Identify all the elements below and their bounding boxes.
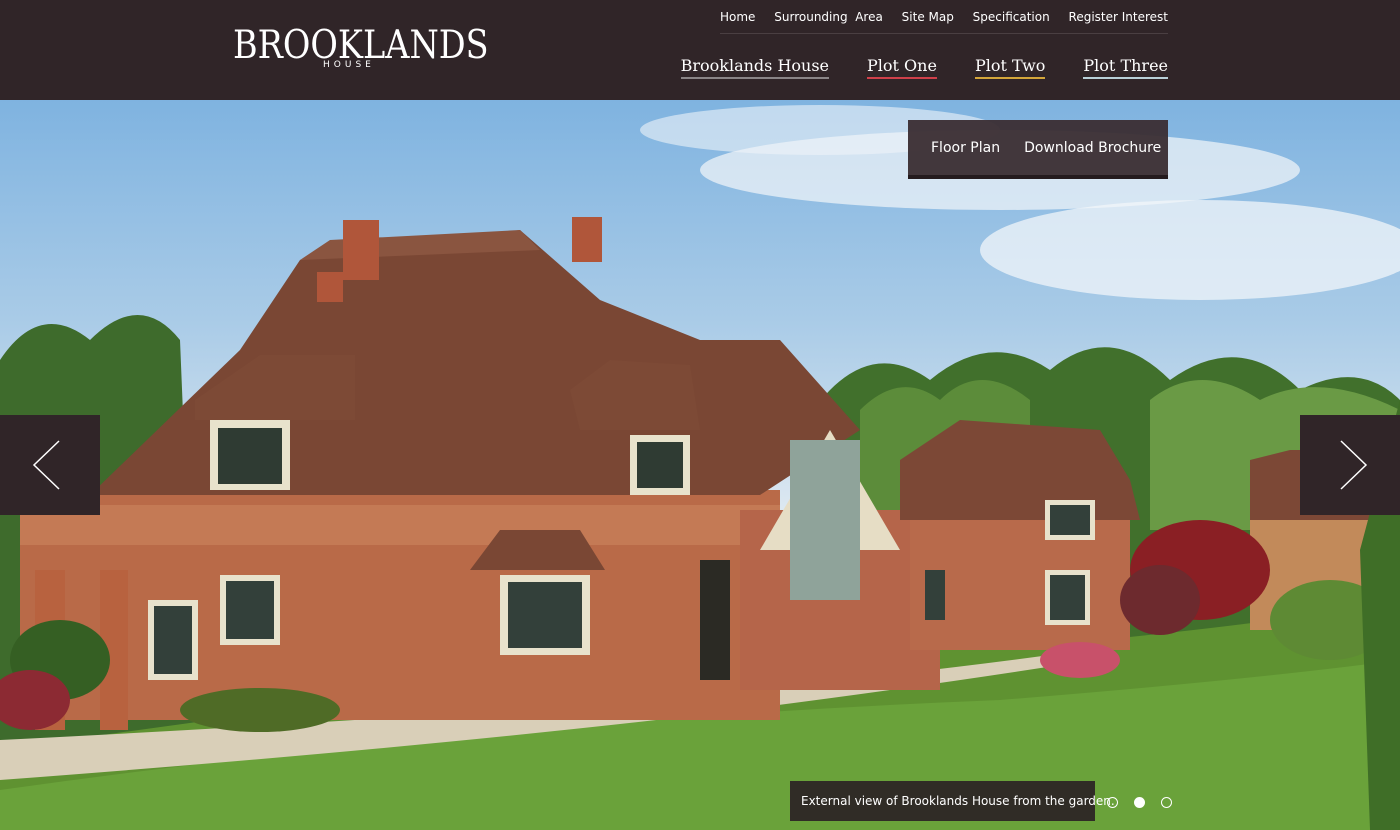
brand-logo[interactable]: BROOKLANDS HOUSE: [233, 24, 489, 74]
nav-specification-link[interactable]: Specification: [973, 10, 1050, 24]
nav-plot-two[interactable]: Plot Two: [974, 56, 1046, 79]
slide-dot-3[interactable]: [1161, 797, 1172, 808]
chevron-left-icon: [32, 440, 60, 490]
utility-nav: Home Surrounding Area Site Map Specifica…: [720, 0, 1168, 34]
plot-actions-panel: Floor Plan Download Brochure: [908, 120, 1168, 179]
slide-caption-text: External view of Brooklands House from t…: [801, 794, 1115, 808]
nav-home-link[interactable]: Home: [720, 10, 755, 24]
nav-surrounding-area-link[interactable]: Surrounding Area: [774, 10, 883, 24]
chevron-right-icon: [1340, 440, 1368, 490]
logo-subtitle: HOUSE: [323, 60, 375, 70]
hero-slider: Floor Plan Download Brochure External vi…: [0, 100, 1400, 830]
nav-site-map-link[interactable]: Site Map: [902, 10, 954, 24]
nav-plot-one[interactable]: Plot One: [867, 56, 937, 79]
slider-pagination: [1107, 797, 1172, 808]
slide-caption: External view of Brooklands House from t…: [790, 781, 1115, 821]
slide-dot-1[interactable]: [1107, 797, 1118, 808]
site-header: BROOKLANDS HOUSE Home Surrounding Area S…: [0, 0, 1400, 100]
house-illustration: [0, 105, 1400, 830]
nav-plot-three[interactable]: Plot Three: [1083, 56, 1168, 79]
slide-dot-2[interactable]: [1134, 797, 1145, 808]
main-nav: Brooklands House Plot One Plot Two Plot …: [680, 56, 1168, 79]
slider-prev-button[interactable]: [0, 415, 100, 515]
floor-plan-link[interactable]: Floor Plan: [931, 140, 1000, 156]
nav-brooklands-house[interactable]: Brooklands House: [680, 56, 830, 79]
slider-next-button[interactable]: [1300, 415, 1400, 515]
nav-register-interest-link[interactable]: Register Interest: [1069, 10, 1168, 24]
download-brochure-link[interactable]: Download Brochure: [1024, 140, 1161, 156]
